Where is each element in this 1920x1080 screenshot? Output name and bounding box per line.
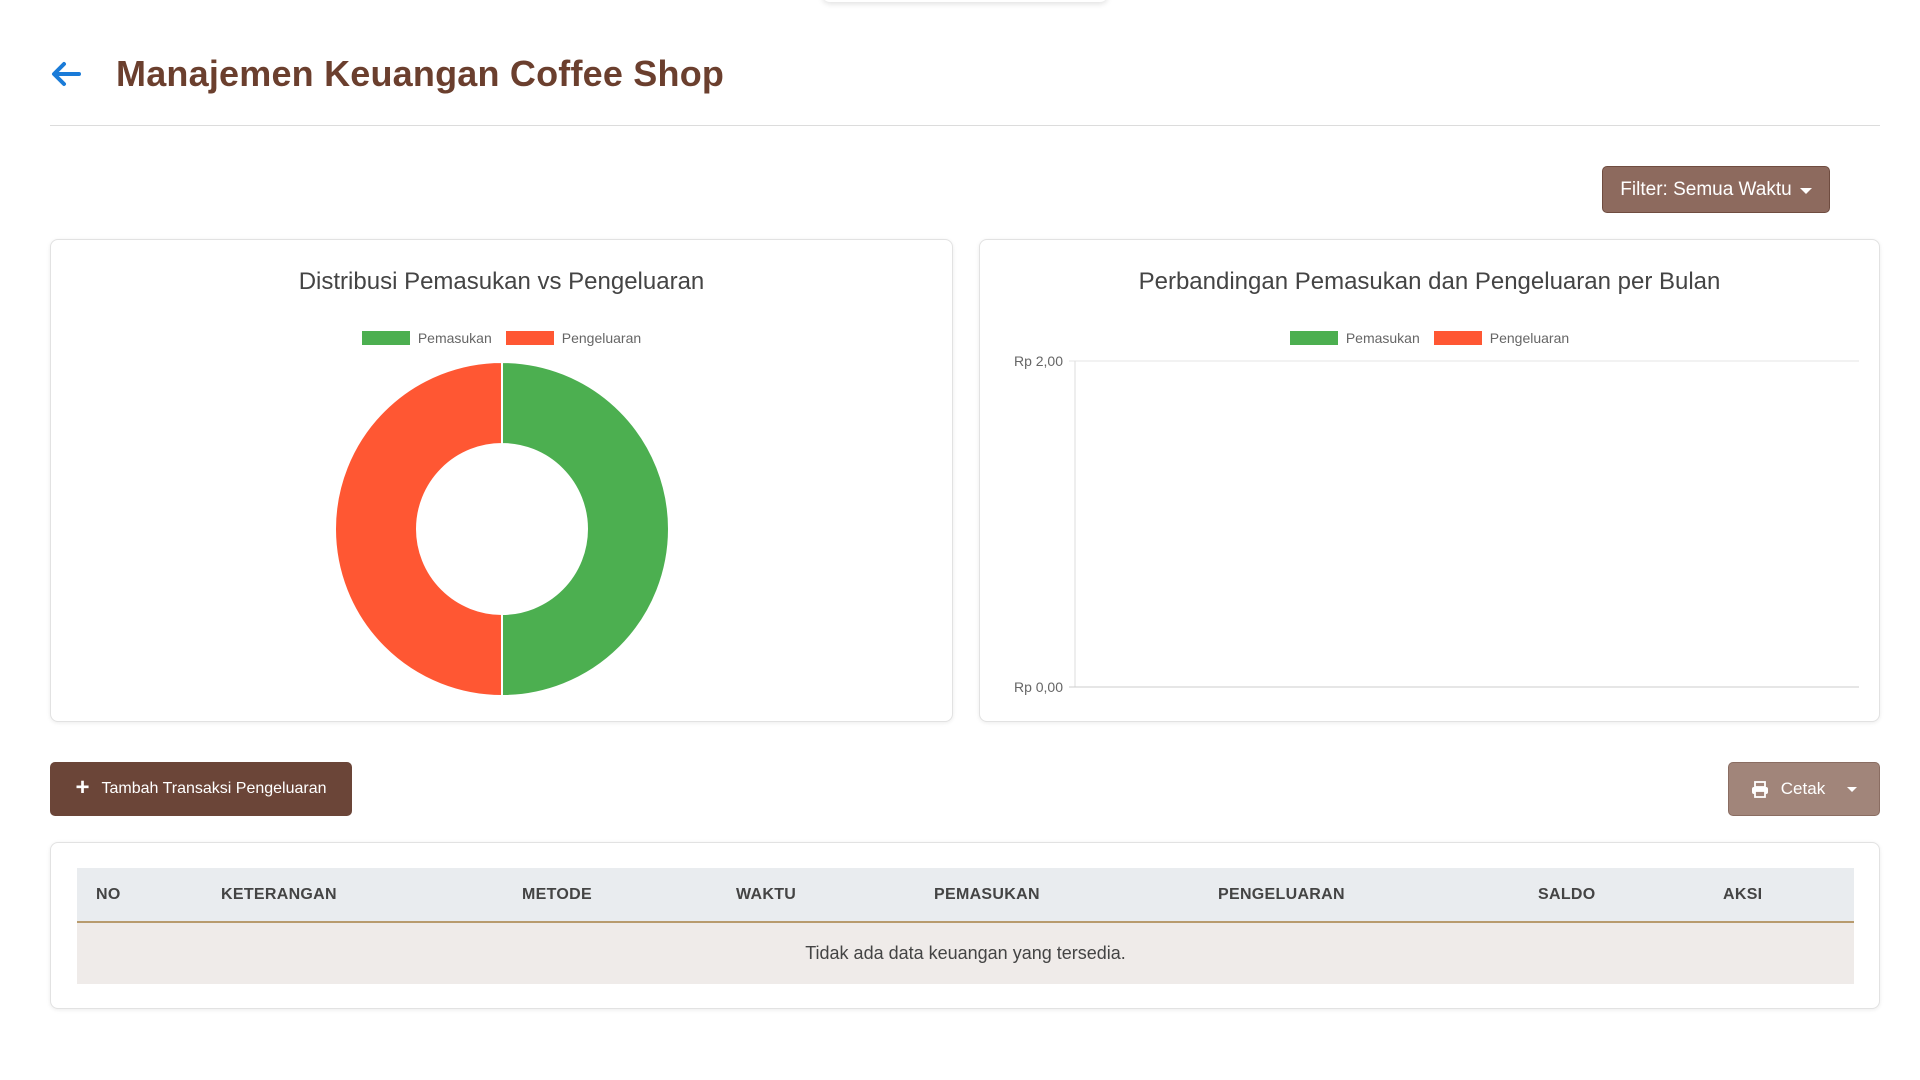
monthly-bar-chart: Rp 2,00 Rp 0,00	[1014, 353, 1859, 695]
column-header-keterangan[interactable]: KETERANGAN	[221, 868, 522, 923]
add-expense-button[interactable]: + Tambah Transaksi Pengeluaran	[50, 762, 352, 816]
empty-table-message: Tidak ada data keuangan yang tersedia.	[77, 922, 1854, 984]
print-label: Cetak	[1780, 779, 1826, 798]
distribution-chart-card: Distribusi Pemasukan vs Pengeluaran Pema…	[50, 239, 953, 722]
filter-label: Filter: Semua Waktu	[1620, 178, 1792, 200]
column-header-no[interactable]: NO	[77, 868, 221, 923]
column-header-pengeluaran[interactable]: PENGELUARAN	[1218, 868, 1538, 923]
add-expense-label: Tambah Transaksi Pengeluaran	[101, 780, 327, 797]
column-header-pemasukan[interactable]: PEMASUKAN	[934, 868, 1218, 923]
doughnut-slice-pemasukan[interactable]	[501, 360, 670, 698]
finance-table-card: NO KETERANGAN METODE WAKTU PEMASUKAN PEN…	[50, 842, 1880, 1009]
arrow-left-icon	[52, 61, 81, 86]
y-tick-label: Rp 0,00	[1014, 679, 1063, 695]
column-header-waktu[interactable]: WAKTU	[736, 868, 934, 923]
filter-dropdown-button[interactable]: Filter: Semua Waktu	[1602, 166, 1830, 213]
table-header-row: NO KETERANGAN METODE WAKTU PEMASUKAN PEN…	[77, 868, 1854, 923]
caret-down-icon	[1847, 786, 1858, 792]
y-tick-label: Rp 2,00	[1014, 353, 1063, 369]
column-header-aksi: AKSI	[1723, 868, 1854, 923]
doughnut-chart	[334, 360, 670, 698]
back-button[interactable]	[46, 54, 86, 94]
printer-icon	[1751, 780, 1768, 798]
finance-table: NO KETERANGAN METODE WAKTU PEMASUKAN PEN…	[77, 868, 1854, 984]
column-header-saldo[interactable]: SALDO	[1538, 868, 1723, 923]
plus-icon: +	[75, 774, 90, 801]
page-header: Manajemen Keuangan Coffee Shop	[50, 44, 1880, 126]
caret-down-icon	[1799, 187, 1812, 194]
monthly-chart-card: Perbandingan Pemasukan dan Pengeluaran p…	[979, 239, 1880, 722]
print-dropdown-button[interactable]: Cetak	[1728, 762, 1880, 816]
top-tab-edge	[822, 0, 1108, 2]
doughnut-slice-pengeluaran[interactable]	[334, 360, 503, 698]
column-header-metode[interactable]: METODE	[522, 868, 736, 923]
table-row: Tidak ada data keuangan yang tersedia.	[77, 922, 1854, 984]
page-title: Manajemen Keuangan Coffee Shop	[116, 52, 725, 94]
